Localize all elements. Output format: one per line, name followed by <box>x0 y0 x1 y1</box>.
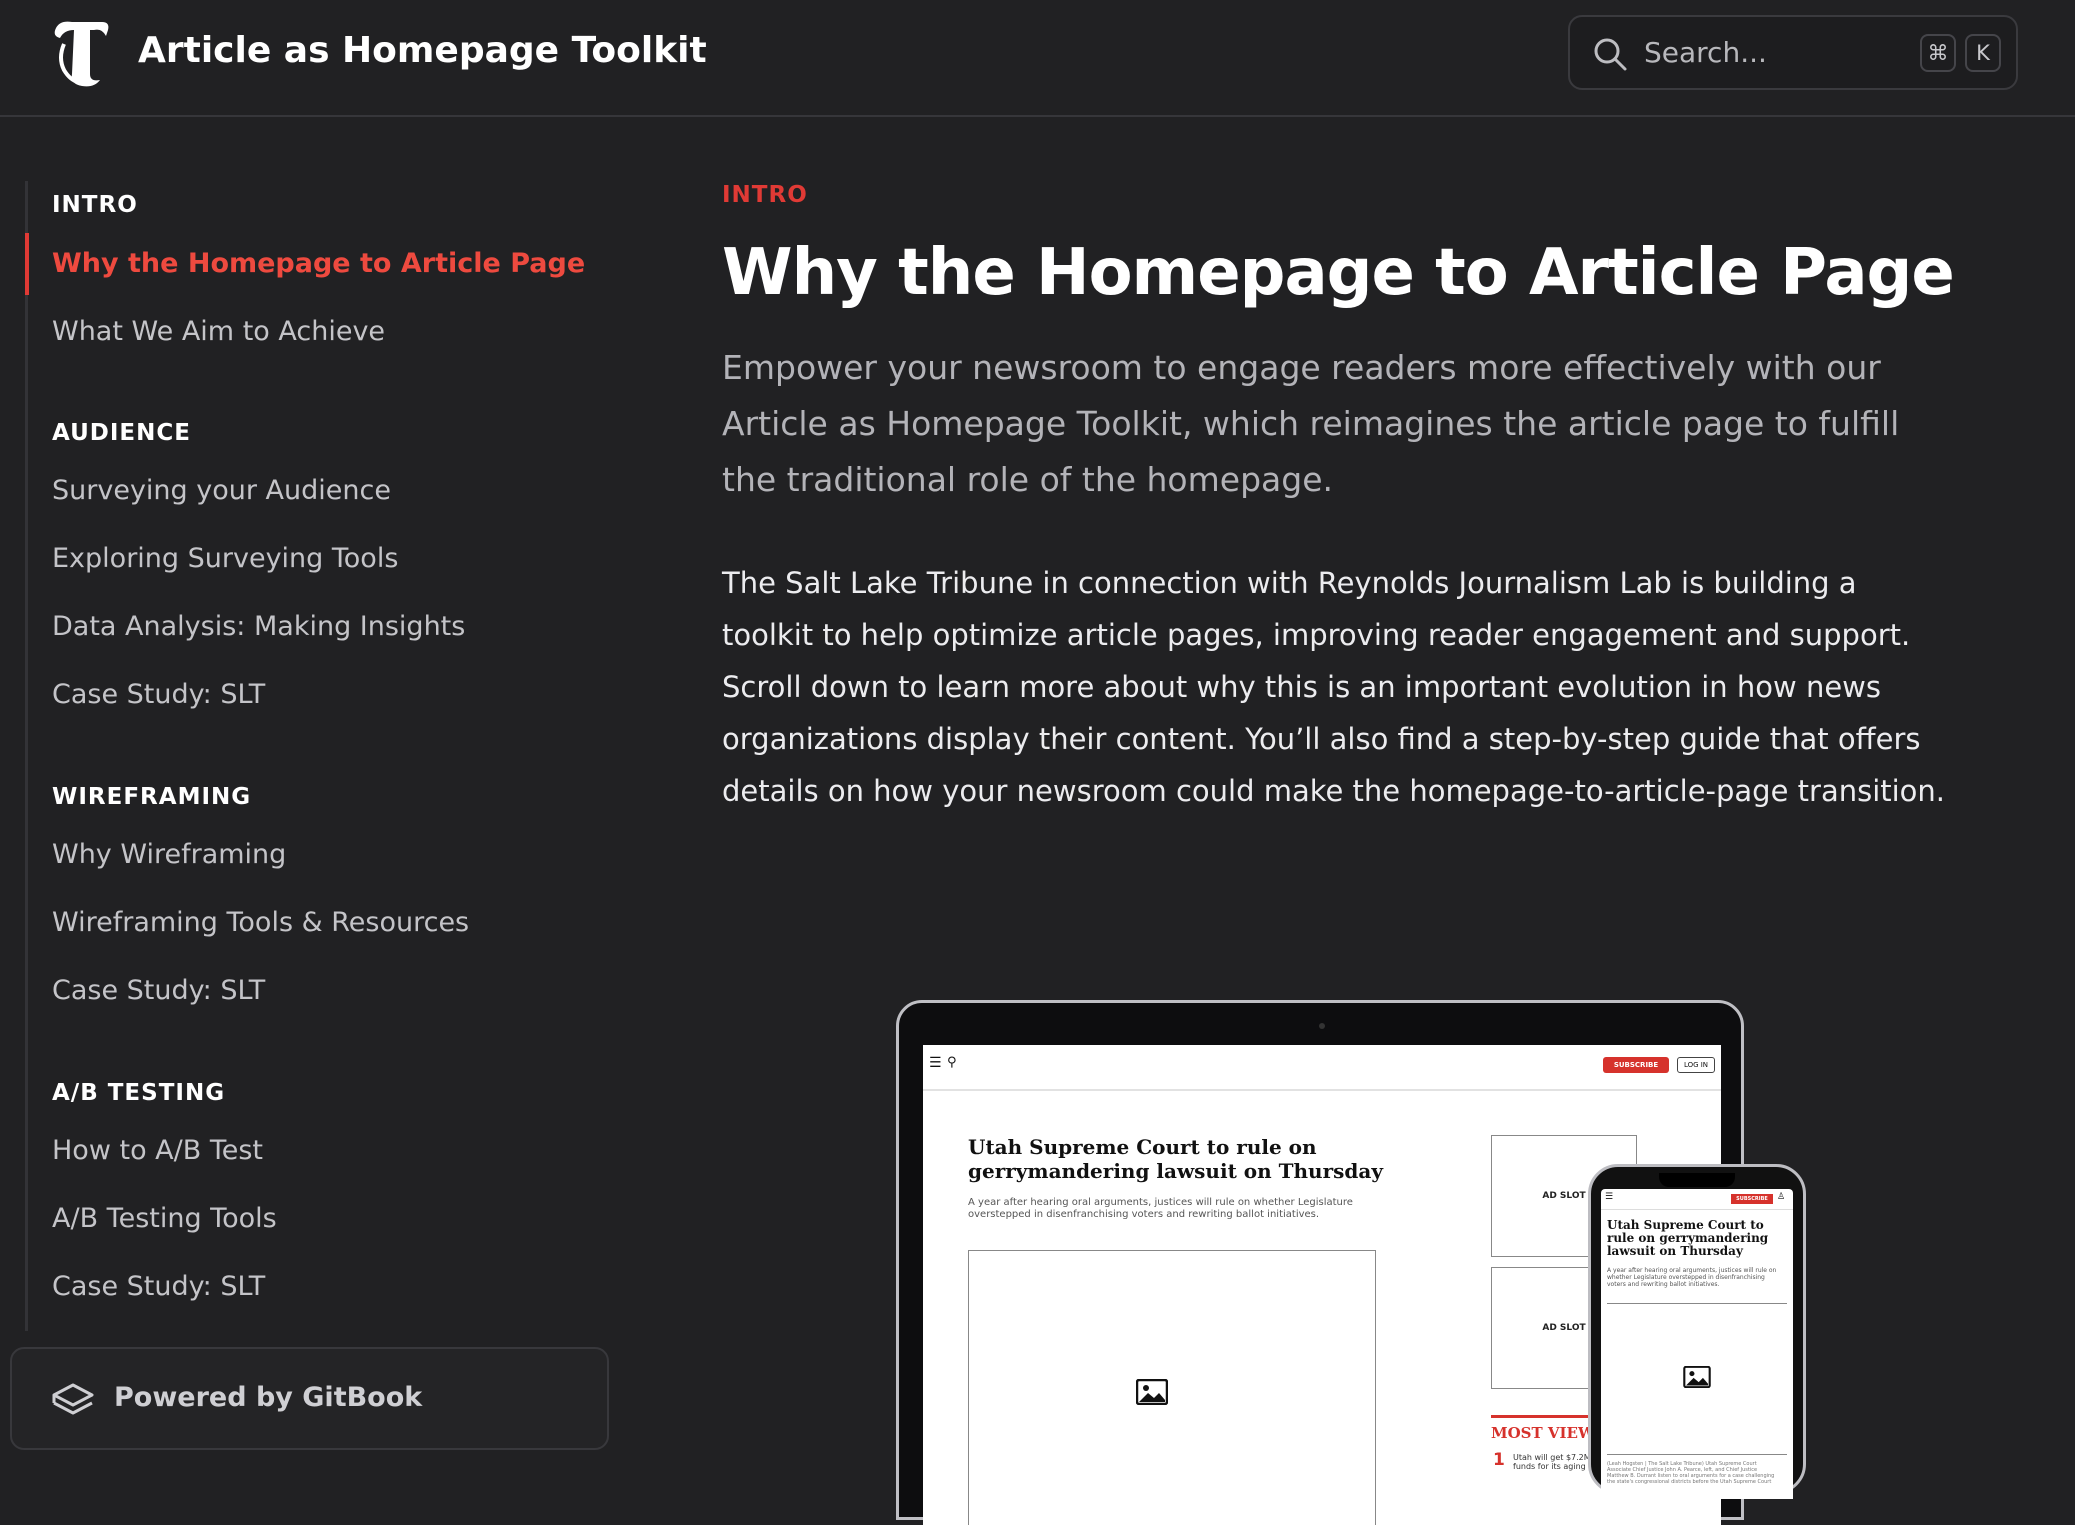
gitbook-icon <box>52 1383 94 1415</box>
phone-screen: ☰ SUBSCRIBE ♙ Utah Supreme Court to rule… <box>1601 1189 1793 1499</box>
sidebar-item-audience-case-study[interactable]: Case Study: SLT <box>52 679 265 710</box>
intro-paragraph: The Salt Lake Tribune in connection with… <box>722 566 1946 808</box>
tribune-t-logo-icon[interactable] <box>50 18 114 88</box>
phone-image-placeholder <box>1607 1303 1787 1455</box>
phone-subscribe-button: SUBSCRIBE <box>1731 1194 1773 1204</box>
phone-topbar: ☰ SUBSCRIBE ♙ <box>1601 1189 1793 1210</box>
phone-headline: Utah Supreme Court to rule on gerrymande… <box>1607 1218 1769 1258</box>
mock-image-placeholder <box>968 1250 1376 1525</box>
powered-by-gitbook-link[interactable]: Powered by GitBook <box>10 1347 609 1450</box>
section-heading-wireframing: WIREFRAMING <box>52 784 252 810</box>
laptop-camera <box>1319 1023 1325 1029</box>
mock-topbar: ☰ ⚲ SUBSCRIBE LOG IN <box>923 1045 1721 1091</box>
page-title: Why the Homepage to Article Page <box>722 236 1955 310</box>
active-item-indicator <box>25 233 29 295</box>
image-placeholder-icon <box>1136 1379 1168 1405</box>
section-heading-audience: AUDIENCE <box>52 420 191 446</box>
mock-subscribe-button: SUBSCRIBE <box>1603 1057 1669 1073</box>
section-heading-ab-testing: A/B TESTING <box>52 1080 226 1106</box>
shortcut-command-key: ⌘ <box>1920 34 1956 72</box>
mock-rank-number: 1 <box>1493 1450 1505 1470</box>
mock-most-viewed: MOST VIEW <box>1491 1415 1601 1442</box>
sidebar-item-data-analysis[interactable]: Data Analysis: Making Insights <box>52 611 465 642</box>
top-header: Article as Homepage Toolkit Search... ⌘ … <box>0 0 2075 117</box>
phone-user-icon: ♙ <box>1777 1192 1786 1202</box>
sidebar-item-ab-testing-tools[interactable]: A/B Testing Tools <box>52 1203 277 1234</box>
sidebar-item-why-wireframing[interactable]: Why Wireframing <box>52 839 286 870</box>
device-mockup-image: ☰ ⚲ SUBSCRIBE LOG IN Utah Supreme Court … <box>896 1000 1806 1525</box>
sidebar-item-how-to-ab-test[interactable]: How to A/B Test <box>52 1135 263 1166</box>
phone-notch <box>1659 1173 1735 1187</box>
shortcut-k-key: K <box>1965 34 2001 72</box>
mock-search-icon: ⚲ <box>947 1055 957 1070</box>
sidebar-rail <box>25 181 28 1331</box>
phone-caption: (Leah Hogsten | The Salt Lake Tribune) U… <box>1607 1461 1775 1485</box>
gitbook-label: Powered by GitBook <box>114 1382 423 1413</box>
section-heading-intro: INTRO <box>52 192 138 218</box>
phone-image-icon <box>1683 1366 1711 1388</box>
page-description: Empower your newsroom to engage readers … <box>722 348 1900 499</box>
sidebar-item-why-homepage[interactable]: Why the Homepage to Article Page <box>52 248 585 279</box>
hamburger-menu-icon: ☰ <box>929 1055 942 1071</box>
sidebar-item-what-we-aim[interactable]: What We Aim to Achieve <box>52 316 385 347</box>
breadcrumb: INTRO <box>722 182 808 208</box>
phone-mockup: ☰ SUBSCRIBE ♙ Utah Supreme Court to rule… <box>1588 1164 1806 1499</box>
sidebar-item-surveying-tools[interactable]: Exploring Surveying Tools <box>52 543 398 574</box>
mock-dek: A year after hearing oral arguments, jus… <box>968 1197 1353 1220</box>
phone-dek: A year after hearing oral arguments, jus… <box>1607 1267 1777 1288</box>
sidebar-item-ab-case-study[interactable]: Case Study: SLT <box>52 1271 265 1302</box>
sidebar-item-wireframing-tools[interactable]: Wireframing Tools & Resources <box>52 907 469 938</box>
search-placeholder: Search... <box>1644 36 1767 69</box>
sidebar-item-wireframing-case-study[interactable]: Case Study: SLT <box>52 975 265 1006</box>
mock-headline: Utah Supreme Court to rule on gerrymande… <box>968 1135 1383 1183</box>
sidebar-item-surveying-audience[interactable]: Surveying your Audience <box>52 475 391 506</box>
phone-menu-icon: ☰ <box>1605 1192 1614 1202</box>
search-icon <box>1594 38 1627 71</box>
site-title[interactable]: Article as Homepage Toolkit <box>138 30 707 71</box>
search-box[interactable]: Search... ⌘ K <box>1568 15 2018 90</box>
mock-login-button: LOG IN <box>1677 1057 1715 1073</box>
